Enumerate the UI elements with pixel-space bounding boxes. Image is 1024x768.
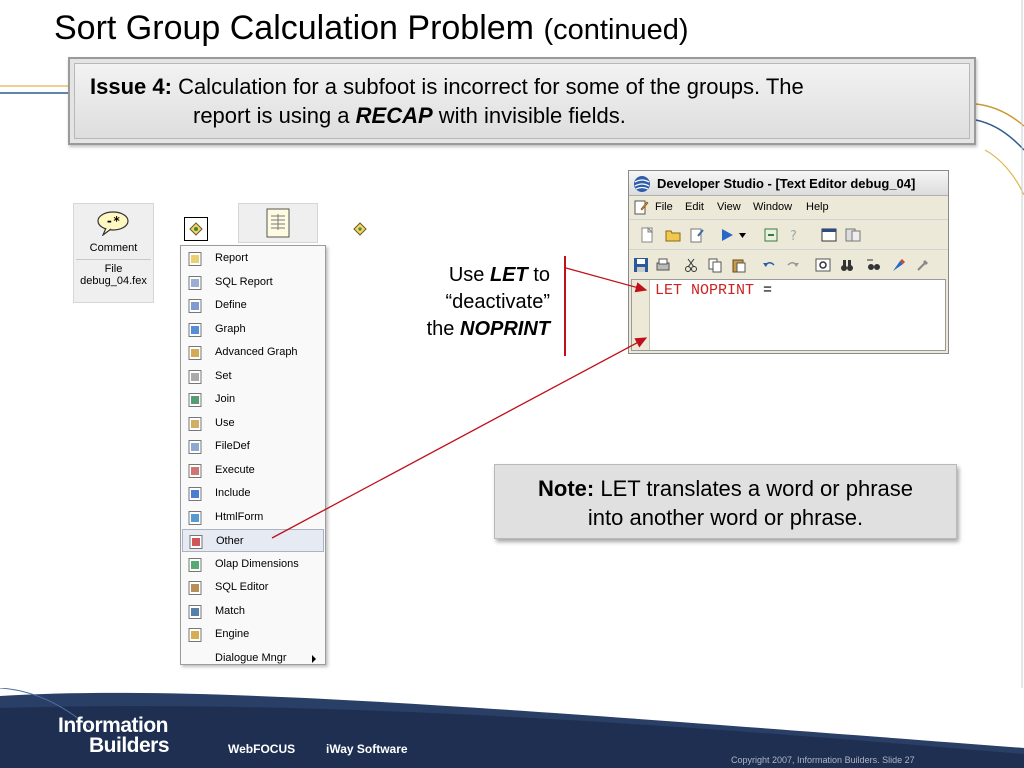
note-line-1: LET translates a word or phrase <box>600 476 913 501</box>
brand-line-2: Builders <box>89 734 170 757</box>
footer-webfocus: WebFOCUS <box>228 742 296 756</box>
note-callout: Note: LET translates a word or phrase in… <box>494 464 957 539</box>
footer-iway: iWay Software <box>326 742 408 756</box>
arrow-to-editor <box>565 267 648 293</box>
annotation-arrows <box>271 267 648 539</box>
information-builders-logo: Information Builders <box>58 715 170 757</box>
note-label: Note: <box>538 476 595 501</box>
copyright-text: Copyright 2007, Information Builders. Sl… <box>731 755 915 765</box>
note-line-2: into another word or phrase. <box>587 505 864 530</box>
